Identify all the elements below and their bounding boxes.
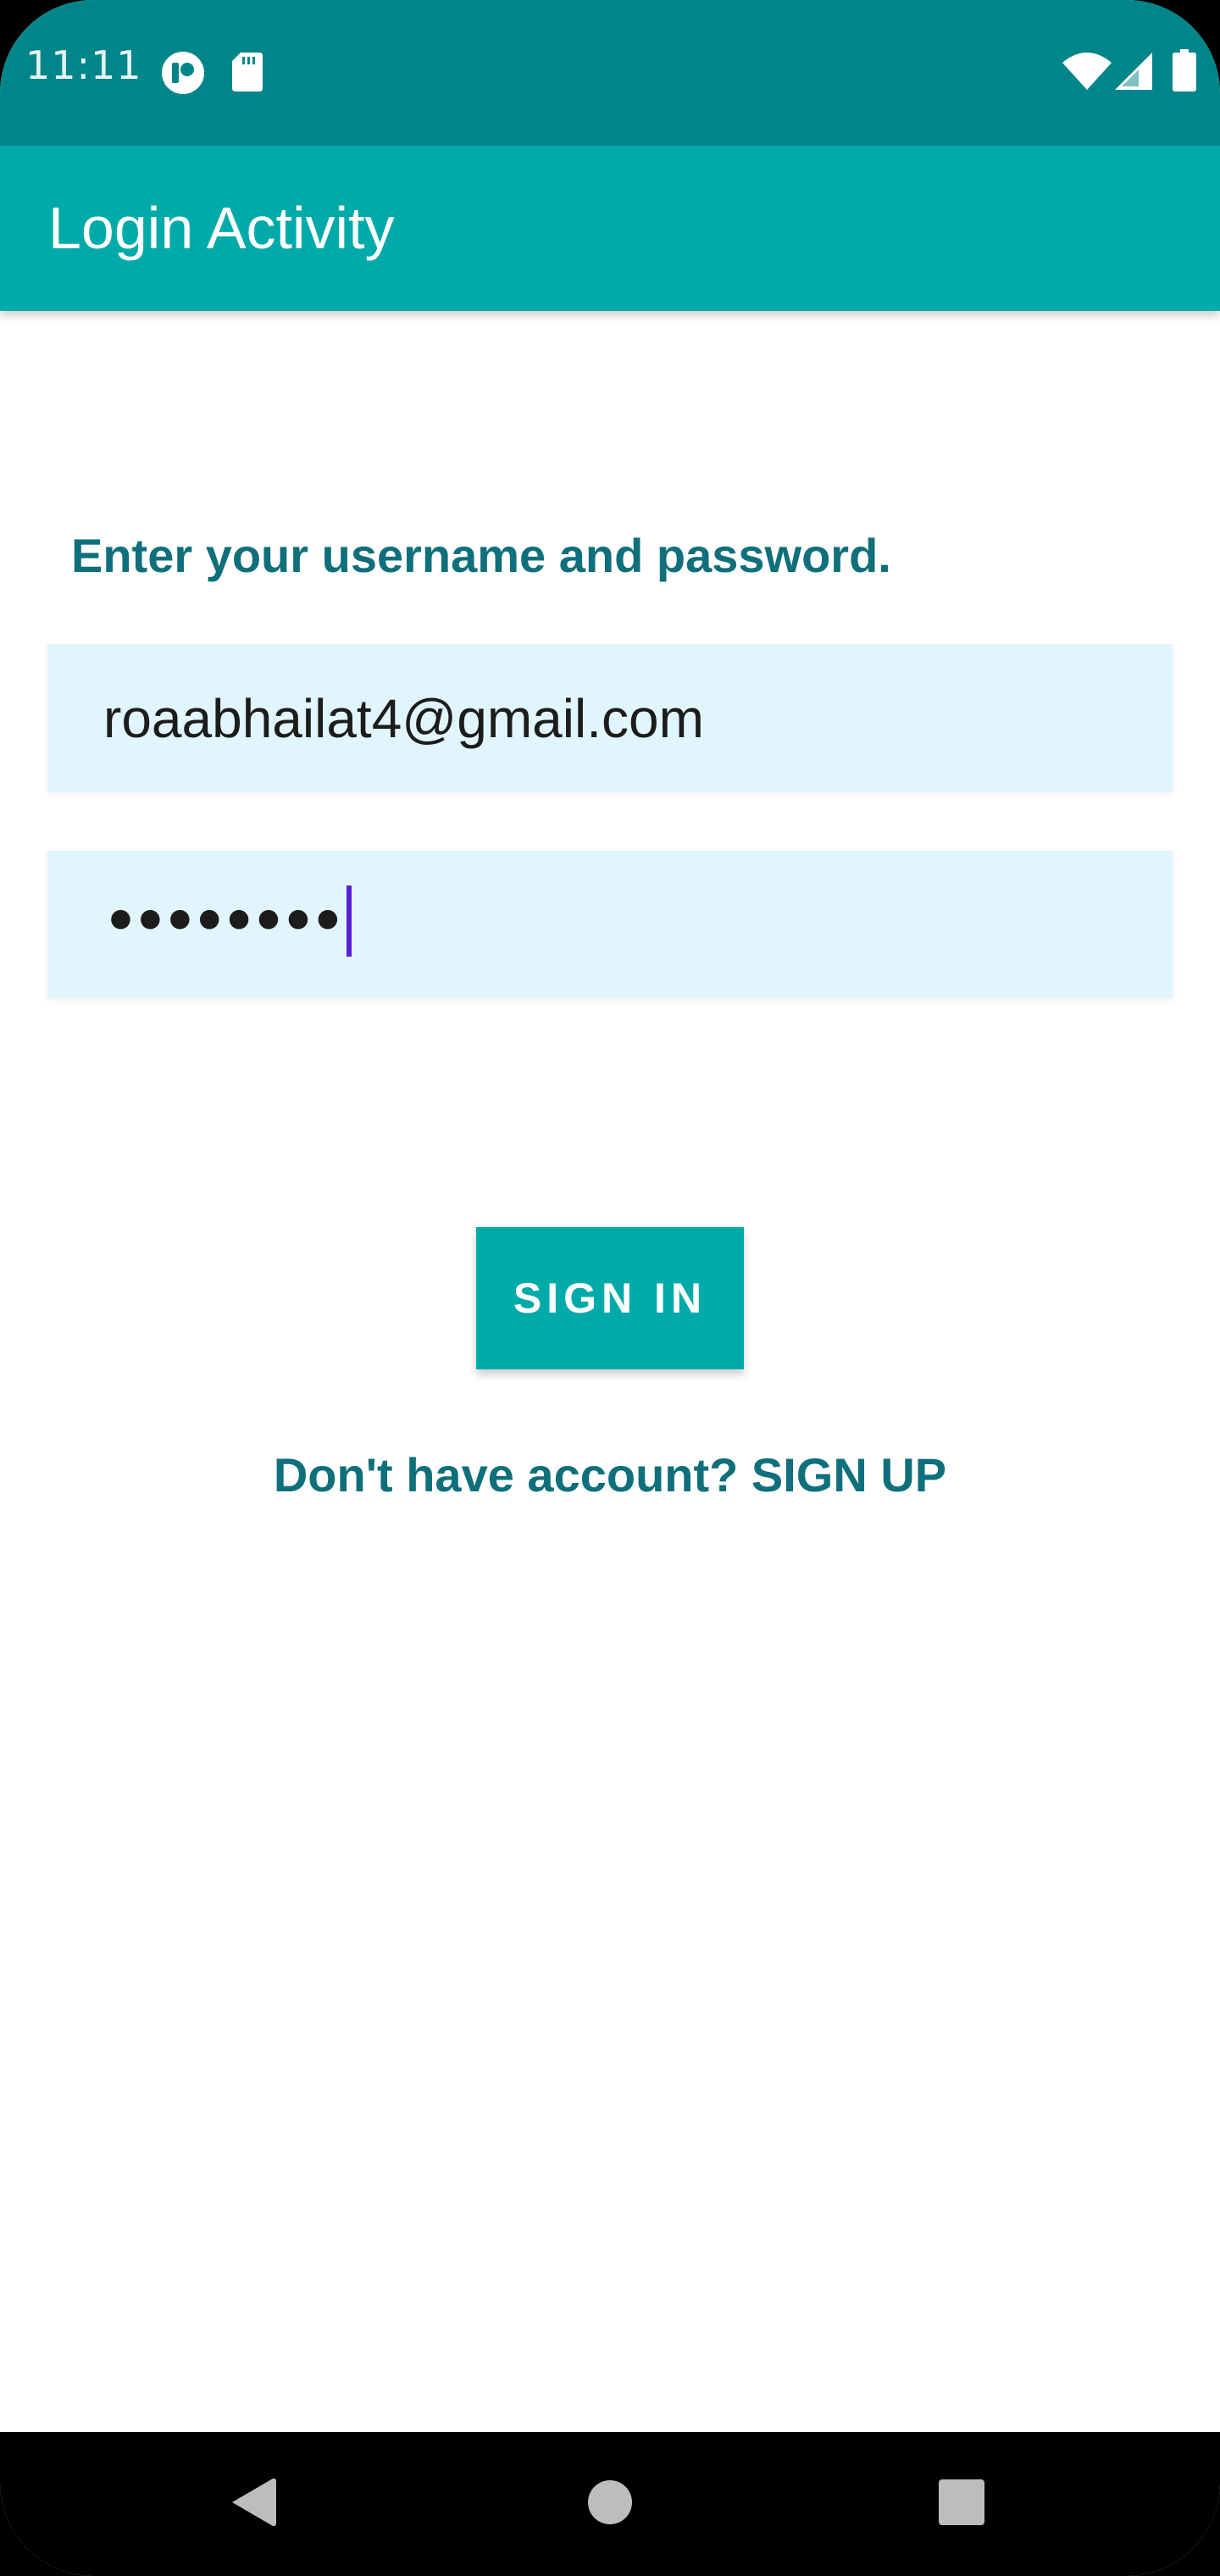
home-button[interactable] (525, 2432, 695, 2576)
recents-button[interactable] (877, 2432, 1046, 2576)
cloud-sync-icon (161, 51, 205, 99)
wifi-icon (1062, 53, 1112, 94)
username-value: roaabhailat4@gmail.com (103, 688, 704, 749)
app-bar: Login Activity (0, 146, 1220, 311)
home-icon (588, 2479, 632, 2529)
password-mask: •••••••• (103, 891, 345, 953)
battery-icon (1173, 49, 1196, 96)
username-field[interactable]: roaabhailat4@gmail.com (47, 644, 1173, 791)
text-cursor (347, 886, 352, 958)
login-instruction: Enter your username and password. (71, 529, 891, 582)
back-icon (232, 2478, 276, 2530)
status-time: 11:11 (25, 42, 142, 88)
app-title: Login Activity (48, 195, 395, 261)
sign-in-button[interactable]: SIGN IN (476, 1227, 744, 1369)
password-field[interactable]: •••••••• (47, 851, 1173, 998)
navigation-bar (0, 2432, 1220, 2576)
recents-icon (939, 2479, 984, 2529)
password-value: •••••••• (103, 885, 352, 961)
signal-icon (1115, 53, 1152, 94)
sign-up-link[interactable]: Don't have account? SIGN UP (0, 1452, 1220, 1499)
back-button[interactable] (169, 2432, 339, 2576)
status-bar: 11:11 (0, 0, 1220, 146)
sd-card-icon (232, 53, 263, 96)
phone-screen: 11:11 Login Activity Enter your username… (0, 0, 1220, 2576)
